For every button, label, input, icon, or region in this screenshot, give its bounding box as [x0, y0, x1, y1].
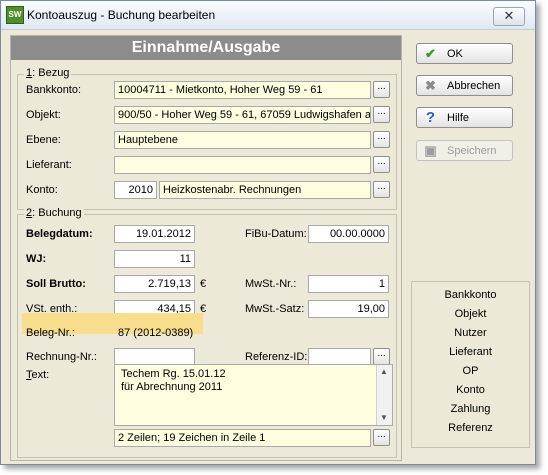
konto-name-field[interactable]: Heizkostenabr. Rechnungen [159, 181, 371, 199]
belegdatum-label: Belegdatum: [26, 228, 93, 240]
soll-brutto-unit: € [200, 278, 207, 290]
lieferant-label: Lieferant: [26, 159, 72, 171]
section-bezug-label: 1: Bezug [24, 67, 72, 79]
wj-label: WJ: [26, 253, 47, 265]
soll-brutto-field[interactable]: 2.719,13 [114, 275, 195, 293]
nav-item-op[interactable]: OP [412, 365, 529, 377]
text-line-2: für Abrechnung 2011 [121, 381, 223, 393]
mwst-satz-field[interactable]: 19,00 [308, 300, 389, 318]
nav-item-objekt[interactable]: Objekt [412, 308, 529, 320]
text-browse-button[interactable]: ... [373, 429, 390, 446]
mwst-satz-label: MwSt.-Satz: [245, 303, 305, 315]
scroll-down-icon[interactable]: ▼ [380, 413, 388, 422]
nav-item-konto[interactable]: Konto [412, 384, 529, 396]
abbrechen-button[interactable]: ✖ Abbrechen [416, 75, 513, 96]
ebene-browse-button[interactable]: ... [373, 131, 390, 148]
navigation-list: Bankkonto Objekt Nutzer Lieferant OP Kon… [411, 281, 530, 448]
ok-button[interactable]: ✔ OK [416, 43, 513, 64]
main-panel: Einnahme/Ausgabe 1: Bezug Bankkonto: 100… [10, 35, 402, 461]
konto-number-field[interactable]: 2010 [114, 181, 157, 199]
nav-item-bankkonto[interactable]: Bankkonto [412, 289, 529, 301]
close-button[interactable]: ✕ [493, 7, 525, 26]
hilfe-button[interactable]: ? Hilfe [416, 107, 513, 128]
lieferant-browse-button[interactable]: ... [373, 156, 390, 173]
referenz-id-label: Referenz-ID: [245, 351, 308, 363]
nav-item-lieferant[interactable]: Lieferant [412, 346, 529, 358]
text-scrollbar[interactable]: ▲ ▼ [376, 365, 392, 425]
konto-label: Konto: [26, 184, 58, 196]
text-line-1: Techem Rg. 15.01.12 [121, 368, 226, 380]
beleg-nr-value: 87 (2012-0389) [118, 327, 194, 339]
window-title: Kontoauszug - Buchung bearbeiten [27, 8, 216, 22]
objekt-field[interactable]: 900/50 - Hoher Weg 59 - 61, 67059 Ludwig… [114, 106, 371, 124]
app-icon: SW [6, 6, 24, 24]
beleg-nr-label: Beleg-Nr.: [26, 327, 75, 339]
nav-item-nutzer[interactable]: Nutzer [412, 327, 529, 339]
text-label: Text: [26, 369, 50, 381]
scroll-up-icon[interactable]: ▲ [380, 367, 388, 376]
floppy-icon: ▣ [424, 143, 437, 158]
dialog-window: SW Kontoauszug - Buchung bearbeiten ✕ Ei… [0, 0, 536, 465]
title-bar[interactable]: SW Kontoauszug - Buchung bearbeiten ✕ [1, 1, 535, 30]
text-status-field: 2 Zeilen; 19 Zeichen in Zeile 1 [114, 429, 371, 447]
ebene-label: Ebene: [26, 134, 61, 146]
bankkonto-label: Bankkonto: [26, 84, 82, 96]
check-icon: ✔ [425, 46, 436, 61]
speichern-button[interactable]: ▣ Speichern [416, 140, 513, 161]
text-area[interactable]: Techem Rg. 15.01.12 für Abrechnung 2011 … [114, 364, 393, 426]
bankkonto-browse-button[interactable]: ... [373, 81, 390, 98]
question-icon: ? [425, 109, 436, 126]
lieferant-field[interactable] [114, 156, 371, 174]
ebene-field[interactable]: Hauptebene [114, 131, 371, 149]
rechnung-nr-label: Rechnung-Nr.: [26, 351, 97, 363]
referenz-id-browse-button[interactable]: ... [373, 348, 390, 365]
bankkonto-field[interactable]: 10004711 - Mietkonto, Hoher Weg 59 - 61 [114, 81, 371, 99]
nav-item-zahlung[interactable]: Zahlung [412, 403, 529, 415]
section-buchung-label: 2: Buchung [24, 207, 84, 219]
nav-item-referenz[interactable]: Referenz [412, 422, 529, 434]
x-icon: ✖ [425, 78, 436, 93]
objekt-label: Objekt: [26, 109, 61, 121]
belegdatum-field[interactable]: 19.01.2012 [114, 225, 195, 243]
wj-field[interactable]: 11 [114, 250, 195, 268]
konto-browse-button[interactable]: ... [373, 181, 390, 198]
soll-brutto-label: Soll Brutto: [26, 278, 86, 290]
page-title: Einnahme/Ausgabe [11, 36, 401, 60]
mwst-nr-field[interactable]: 1 [308, 275, 389, 293]
fibu-datum-label: FiBu-Datum: [245, 228, 307, 240]
mwst-nr-label: MwSt.-Nr.: [245, 278, 297, 290]
objekt-browse-button[interactable]: ... [373, 106, 390, 123]
fibu-datum-field[interactable]: 00.00.0000 [308, 225, 389, 243]
